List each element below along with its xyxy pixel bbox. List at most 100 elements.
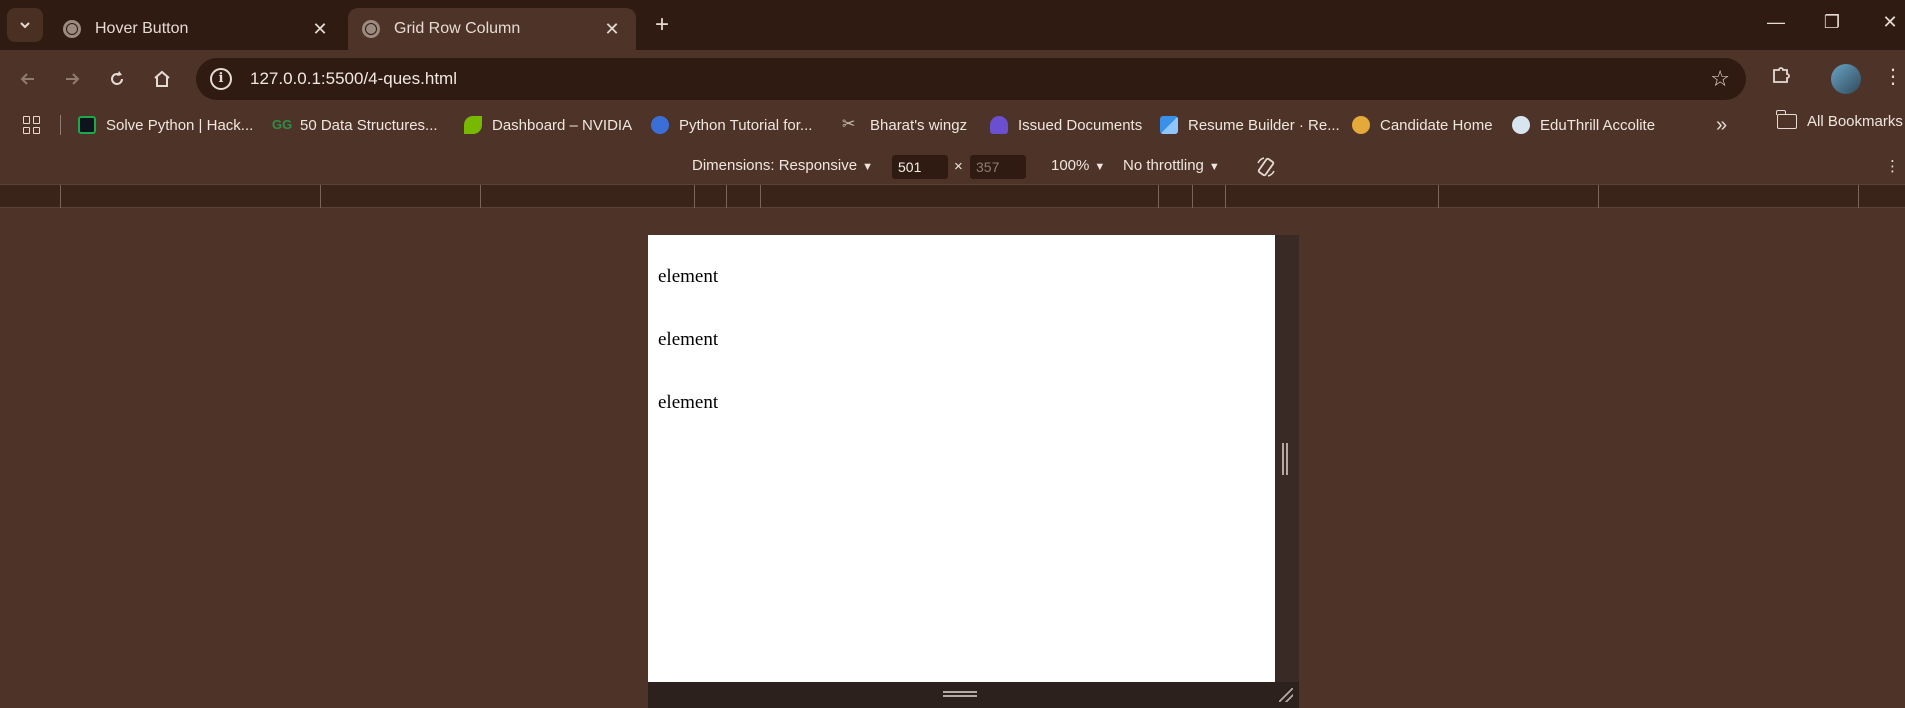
more-vertical-icon: ⋮: [1883, 66, 1903, 88]
bookmark-label: Resume Builder · Re...: [1188, 116, 1340, 134]
divider: [60, 115, 61, 135]
nvidia-icon: [464, 116, 482, 134]
bookmark-item[interactable]: Python Tutorial for...: [651, 113, 812, 137]
back-button[interactable]: [13, 64, 43, 94]
profile-avatar[interactable]: [1831, 64, 1861, 94]
tab-search-button[interactable]: [7, 8, 43, 42]
emulated-viewport: element element element: [648, 235, 1275, 682]
viewport-height-resize-handle[interactable]: [648, 682, 1299, 708]
address-bar[interactable]: i 127.0.0.1:5500/4-ques.html ☆: [196, 58, 1746, 100]
extensions-button[interactable]: [1766, 64, 1796, 92]
window-close-button[interactable]: ✕: [1876, 12, 1904, 33]
zoom-dropdown[interactable]: 100% ▼: [1051, 157, 1105, 174]
caret-down-icon: ▼: [1208, 161, 1220, 173]
caret-down-icon: ▼: [862, 161, 873, 173]
all-bookmarks-button[interactable]: All Bookmarks: [1776, 110, 1903, 130]
eduthrill-icon: [1512, 116, 1530, 134]
dimensions-label: Dimensions: Responsive: [692, 157, 858, 174]
ruler-tick: [320, 185, 321, 208]
bookmark-star-icon[interactable]: ☆: [1710, 66, 1730, 92]
puzzle-icon: [1773, 67, 1790, 83]
tab-grid-row-column[interactable]: Grid Row Column ✕: [348, 8, 636, 50]
bookmarks-bar: Solve Python | Hack... GG 50 Data Struct…: [0, 108, 1905, 142]
apps-grid-icon[interactable]: [23, 116, 41, 134]
ruler-tick: [1225, 185, 1226, 208]
forward-button[interactable]: [57, 64, 87, 94]
bookmark-item[interactable]: ✂ Bharat's wingz: [842, 113, 967, 137]
caret-down-icon: ▼: [1094, 161, 1106, 173]
tab-close-icon[interactable]: ✕: [602, 19, 622, 40]
bookmark-label: Dashboard – NVIDIA: [492, 116, 633, 134]
new-tab-button[interactable]: +: [648, 12, 676, 40]
url-text[interactable]: 127.0.0.1:5500/4-ques.html: [250, 69, 1710, 89]
tab-hover-button[interactable]: Hover Button ✕: [49, 8, 344, 50]
arrow-left-icon: [20, 73, 34, 85]
ruler-tick: [760, 185, 761, 208]
bookmark-item[interactable]: Solve Python | Hack...: [78, 113, 253, 137]
bookmark-label: Solve Python | Hack...: [106, 116, 254, 134]
media-query-ruler[interactable]: [0, 184, 1905, 208]
ruler-tick: [1438, 185, 1439, 208]
folder-icon: [1776, 110, 1797, 129]
corner-resize-icon[interactable]: [1279, 688, 1293, 702]
ruler-tick: [694, 185, 695, 208]
bookmark-item[interactable]: Candidate Home: [1352, 113, 1493, 137]
globe-blue-icon: [651, 116, 669, 134]
tab-title: Hover Button: [95, 20, 189, 37]
zoom-label: 100%: [1051, 157, 1090, 174]
resize-grip-icon: [1282, 443, 1288, 475]
bookmark-item[interactable]: EduThrill Accolite: [1512, 113, 1655, 137]
ruler-tick: [1192, 185, 1193, 208]
arrow-right-icon: [66, 73, 80, 85]
page-element: element: [658, 329, 719, 350]
bookmark-item[interactable]: GG 50 Data Structures...: [272, 113, 438, 137]
viewport-width-resize-handle[interactable]: [1275, 235, 1299, 682]
browser-toolbar: i 127.0.0.1:5500/4-ques.html ☆ ⋮: [0, 50, 1905, 108]
more-vertical-icon: ⋮: [1885, 158, 1900, 175]
bookmarks-overflow-button[interactable]: »: [1716, 114, 1727, 137]
menu-button[interactable]: ⋮: [1878, 64, 1905, 89]
dimensions-dropdown[interactable]: Dimensions: Responsive ▼: [692, 157, 873, 174]
home-icon: [154, 70, 170, 87]
throttling-label: No throttling: [1123, 157, 1204, 174]
throttling-dropdown[interactable]: No throttling ▼: [1123, 157, 1220, 174]
page-element: element: [658, 392, 719, 413]
cloud-document-icon: [990, 116, 1008, 134]
candidate-icon: [1352, 116, 1370, 134]
ruler-tick: [1158, 185, 1159, 208]
ruler-tick: [1598, 185, 1599, 208]
ruler-tick: [480, 185, 481, 208]
dimension-separator: ×: [954, 158, 963, 175]
device-toolbar-menu[interactable]: ⋮: [1885, 157, 1900, 175]
bookmark-item[interactable]: Dashboard – NVIDIA: [464, 113, 632, 137]
page-element: element: [658, 266, 719, 287]
tab-strip: Hover Button ✕ Grid Row Column ✕ + — ❐ ✕: [0, 0, 1905, 50]
minimize-button[interactable]: —: [1762, 12, 1790, 33]
bookmark-label: Python Tutorial for...: [679, 116, 813, 134]
ruler-tick: [60, 185, 61, 208]
restore-button[interactable]: ❐: [1818, 12, 1846, 33]
bookmark-label: Issued Documents: [1018, 116, 1143, 134]
tab-close-icon[interactable]: ✕: [310, 19, 330, 40]
bookmark-item[interactable]: Issued Documents: [990, 113, 1142, 137]
ruler-tick: [1858, 185, 1859, 208]
chevron-down-icon: [20, 22, 30, 29]
tab-title: Grid Row Column: [394, 20, 521, 37]
geeksforgeeks-icon: GG: [272, 117, 293, 132]
globe-icon: [63, 20, 81, 38]
hackerrank-icon: [78, 116, 96, 134]
ruler-tick: [726, 185, 727, 208]
reload-icon: [111, 71, 123, 85]
reload-button[interactable]: [102, 64, 132, 94]
home-button[interactable]: [147, 64, 177, 94]
rotate-button[interactable]: [1254, 155, 1278, 183]
all-bookmarks-label: All Bookmarks: [1807, 113, 1903, 130]
height-input[interactable]: 357: [970, 155, 1026, 179]
width-input[interactable]: 501: [892, 155, 948, 179]
resize-grip-icon: [943, 691, 977, 697]
bookmark-label: Candidate Home: [1380, 116, 1493, 134]
wingz-icon: ✂: [842, 116, 856, 133]
bookmark-label: EduThrill Accolite: [1540, 116, 1656, 134]
bookmark-item[interactable]: Resume Builder · Re...: [1160, 113, 1340, 137]
site-info-icon[interactable]: i: [210, 68, 232, 90]
